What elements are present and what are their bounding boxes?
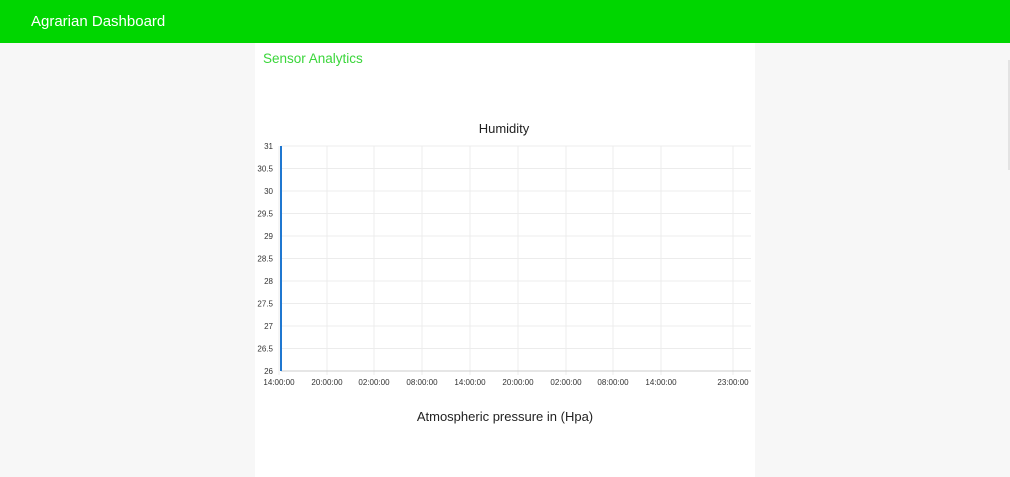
chart-grid	[278, 145, 751, 375]
app-title[interactable]: Agrarian Dashboard	[31, 13, 165, 31]
y-tick-label: 26	[264, 367, 273, 376]
x-tick-label: 02:00:00	[550, 378, 582, 387]
y-tick-label: 28	[264, 277, 273, 286]
y-tick-label: 30	[264, 187, 273, 196]
y-tick-label: 31	[264, 142, 273, 151]
y-tick-label: 26.5	[257, 345, 273, 354]
x-tick-label: 23:00:00	[717, 378, 749, 387]
x-tick-label: 14:00:00	[454, 378, 486, 387]
y-tick-label: 28.5	[257, 255, 273, 264]
x-tick-label: 20:00:00	[502, 378, 534, 387]
pressure-chart-title: Atmospheric pressure in (Hpa)	[416, 409, 594, 424]
x-tick-label: 08:00:00	[597, 378, 629, 387]
top-navbar: Agrarian Dashboard	[0, 0, 1010, 43]
humidity-chart-title: Humidity	[479, 121, 530, 136]
x-axis-ticks: 14:00:00 20:00:00 02:00:00 08:00:00 14:00:00…	[263, 378, 749, 387]
x-tick-label: 14:00:00	[645, 378, 677, 387]
sensor-analytics-panel: Sensor Analytics Humidity 26 26.5 27 27.5 28…	[255, 43, 755, 477]
y-tick-label: 27	[264, 322, 273, 331]
x-tick-label: 14:00:00	[263, 378, 295, 387]
y-axis-ticks: 26 26.5 27 27.5 28 28.5 29 29.5 30 30.5 31	[257, 142, 273, 376]
x-tick-label: 08:00:00	[406, 378, 438, 387]
humidity-chart: Humidity 26 26.5 27 27.5 28 28.5 29 29.5 30 30.5 3…	[257, 121, 751, 387]
y-tick-label: 29.5	[257, 210, 273, 219]
y-tick-label: 27.5	[257, 300, 273, 309]
x-tick-label: 20:00:00	[311, 378, 343, 387]
x-tick-label: 02:00:00	[358, 378, 390, 387]
y-tick-label: 30.5	[257, 165, 273, 174]
y-tick-label: 29	[264, 232, 273, 241]
